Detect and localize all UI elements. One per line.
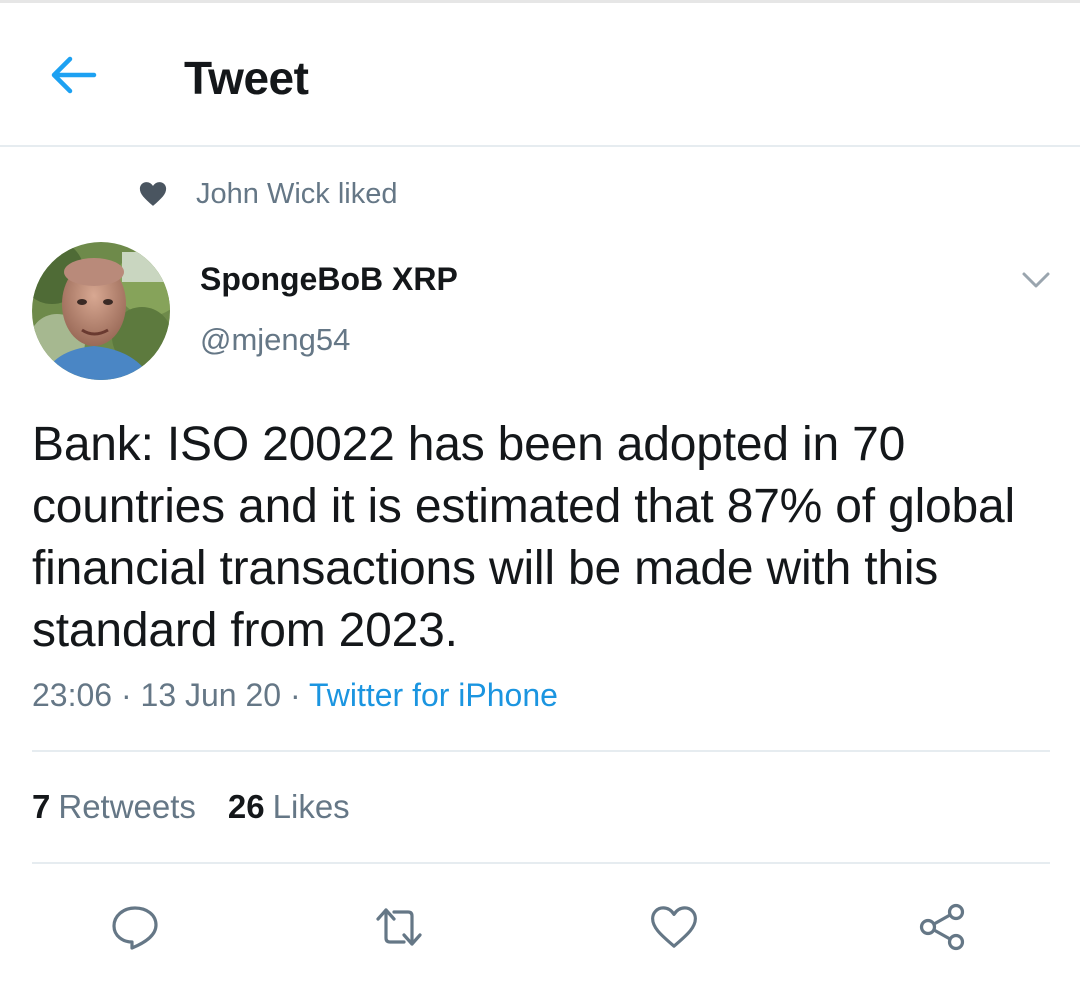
tweet-time: 23:06 xyxy=(32,677,113,713)
reply-icon xyxy=(112,906,158,950)
retweets-stat[interactable]: 7 Retweets xyxy=(32,788,196,826)
author-handle[interactable]: @mjeng54 xyxy=(200,322,350,358)
likes-label: Likes xyxy=(272,788,350,825)
more-options-button[interactable] xyxy=(1018,264,1054,296)
retweets-count: 7 xyxy=(32,788,51,825)
page-title: Tweet xyxy=(184,52,309,104)
tweet-stats: 7 Retweets 26 Likes xyxy=(32,788,382,826)
tweet-text: Bank: ISO 20022 has been adopted in 70 c… xyxy=(32,418,1015,657)
like-button[interactable] xyxy=(647,900,701,954)
header-bar: Tweet xyxy=(0,3,1080,147)
tweet-date: 13 Jun 20 xyxy=(140,677,282,713)
avatar-photo xyxy=(32,242,170,380)
meta-separator: · xyxy=(289,677,301,713)
retweets-label: Retweets xyxy=(58,788,196,825)
likes-stat[interactable]: 26 Likes xyxy=(228,788,350,826)
share-button[interactable] xyxy=(916,900,970,954)
social-context-text: John Wick liked xyxy=(196,177,398,210)
arrow-left-icon xyxy=(51,56,97,94)
reply-button[interactable] xyxy=(108,900,162,954)
share-icon xyxy=(919,903,965,951)
like-icon xyxy=(651,906,697,948)
chevron-down-icon xyxy=(1022,272,1050,288)
retweet-button[interactable] xyxy=(372,900,426,954)
divider xyxy=(32,750,1050,752)
tweet-meta: 23:06 · 13 Jun 20 · Twitter for iPhone xyxy=(32,677,558,714)
divider xyxy=(32,862,1050,864)
heart-filled-icon xyxy=(139,182,167,206)
tweet-source-link[interactable]: Twitter for iPhone xyxy=(309,677,558,713)
back-button[interactable] xyxy=(44,53,100,97)
avatar[interactable] xyxy=(32,242,170,380)
meta-separator: · xyxy=(120,677,132,713)
social-context[interactable]: John Wick liked xyxy=(138,176,397,212)
retweet-icon xyxy=(376,908,422,946)
likes-count: 26 xyxy=(227,788,265,825)
author-display-name[interactable]: SpongeBoB XRP xyxy=(200,261,458,298)
